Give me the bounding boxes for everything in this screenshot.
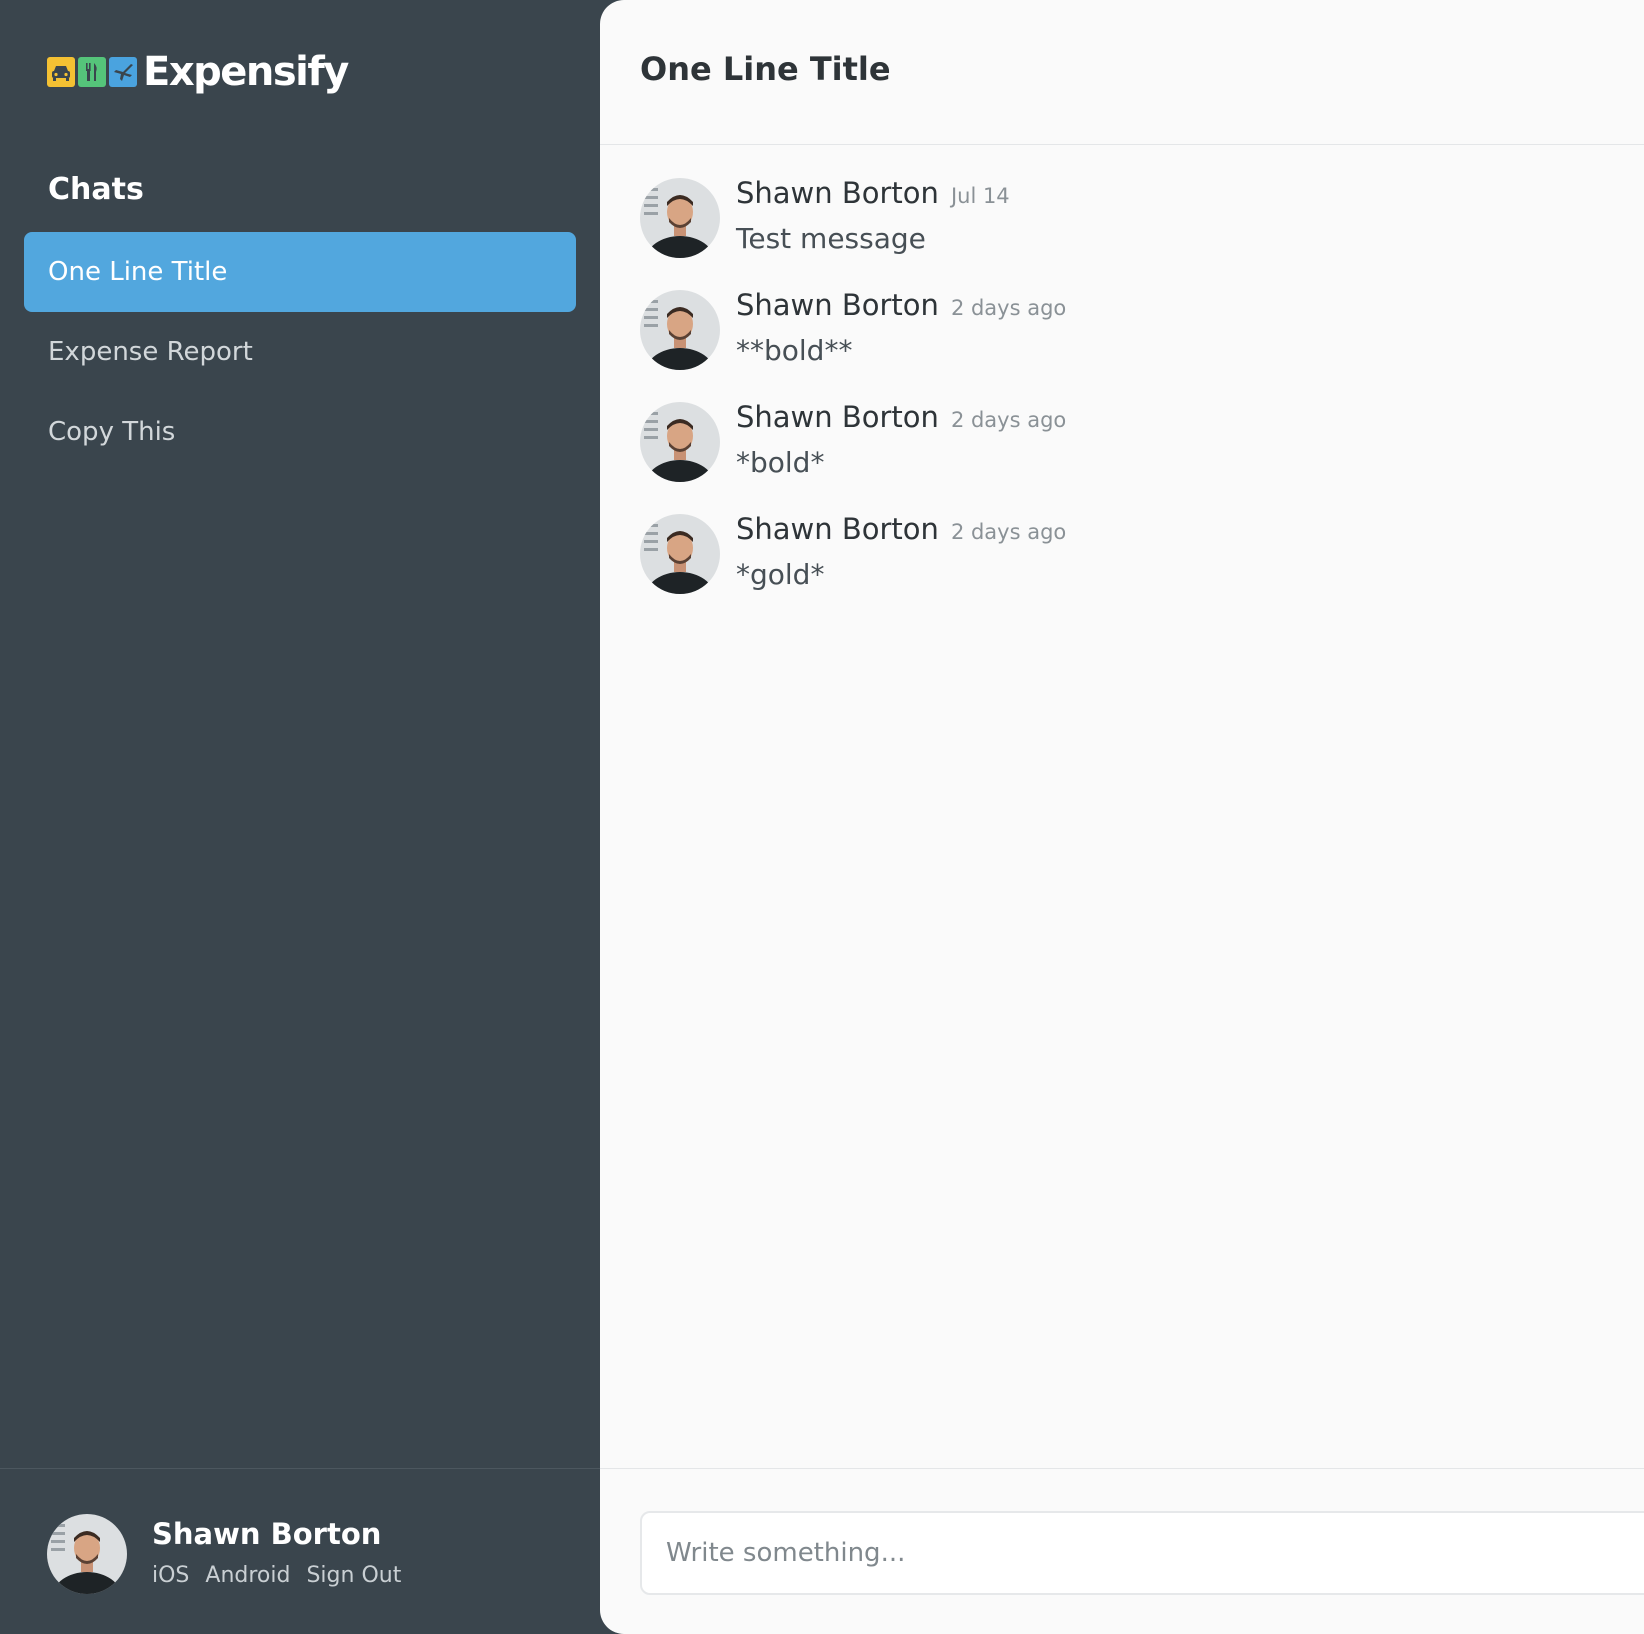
expensify-logo[interactable]: Expensify	[47, 48, 349, 96]
message-input[interactable]	[640, 1511, 1644, 1595]
chat-item-one-line-title[interactable]: One Line Title	[24, 232, 576, 312]
message-header: Shawn Borton 2 days ago	[736, 400, 1066, 434]
composer	[600, 1468, 1644, 1634]
sign-out-link[interactable]: Sign Out	[306, 1563, 401, 1588]
message-author: Shawn Borton	[736, 176, 939, 210]
user-name: Shawn Borton	[152, 1517, 382, 1551]
message-text: Test message	[736, 222, 926, 255]
page-title: One Line Title	[640, 50, 891, 88]
message-item: Shawn Borton 2 days ago *bold*	[640, 400, 1620, 512]
avatar[interactable]	[640, 402, 720, 482]
chat-list: One Line Title Expense Report Copy This	[24, 232, 576, 472]
android-link[interactable]: Android	[205, 1563, 290, 1588]
chat-item-copy-this[interactable]: Copy This	[24, 392, 576, 472]
chat-panel: One Line Title Shawn Borton Jul 14 Test …	[600, 0, 1644, 1634]
message-text: *bold*	[736, 446, 825, 479]
chat-header: One Line Title	[600, 0, 1644, 145]
user-links: iOS Android Sign Out	[152, 1563, 401, 1588]
message-timestamp: 2 days ago	[950, 408, 1067, 432]
avatar[interactable]	[640, 290, 720, 370]
message-item: Shawn Borton 2 days ago *gold*	[640, 512, 1620, 624]
message-author: Shawn Borton	[736, 288, 939, 322]
ios-link[interactable]: iOS	[152, 1563, 189, 1588]
message-item: Shawn Borton 2 days ago **bold**	[640, 288, 1620, 400]
message-timestamp: 2 days ago	[950, 520, 1067, 544]
message-author: Shawn Borton	[736, 400, 939, 434]
app-window: Expensify Chats One Line Title Expense R…	[0, 0, 1644, 1634]
avatar[interactable]	[47, 1514, 127, 1594]
message-item: Shawn Borton Jul 14 Test message	[640, 176, 1620, 288]
message-text: *gold*	[736, 558, 825, 591]
airplane-icon	[109, 57, 137, 87]
sidebar: Expensify Chats One Line Title Expense R…	[0, 0, 600, 1634]
brand-name: Expensify	[143, 49, 349, 95]
message-header: Shawn Borton Jul 14	[736, 176, 1010, 210]
message-list: Shawn Borton Jul 14 Test message Shawn B…	[640, 176, 1620, 624]
message-header: Shawn Borton 2 days ago	[736, 288, 1066, 322]
chat-item-expense-report[interactable]: Expense Report	[24, 312, 576, 392]
chats-heading: Chats	[48, 172, 144, 207]
fork-knife-icon	[78, 57, 106, 87]
avatar[interactable]	[640, 514, 720, 594]
avatar[interactable]	[640, 178, 720, 258]
message-timestamp: Jul 14	[950, 184, 1010, 208]
user-panel: Shawn Borton iOS Android Sign Out	[0, 1468, 600, 1634]
message-header: Shawn Borton 2 days ago	[736, 512, 1066, 546]
message-author: Shawn Borton	[736, 512, 939, 546]
message-timestamp: 2 days ago	[950, 296, 1067, 320]
message-text: **bold**	[736, 334, 853, 367]
car-icon	[47, 57, 75, 87]
